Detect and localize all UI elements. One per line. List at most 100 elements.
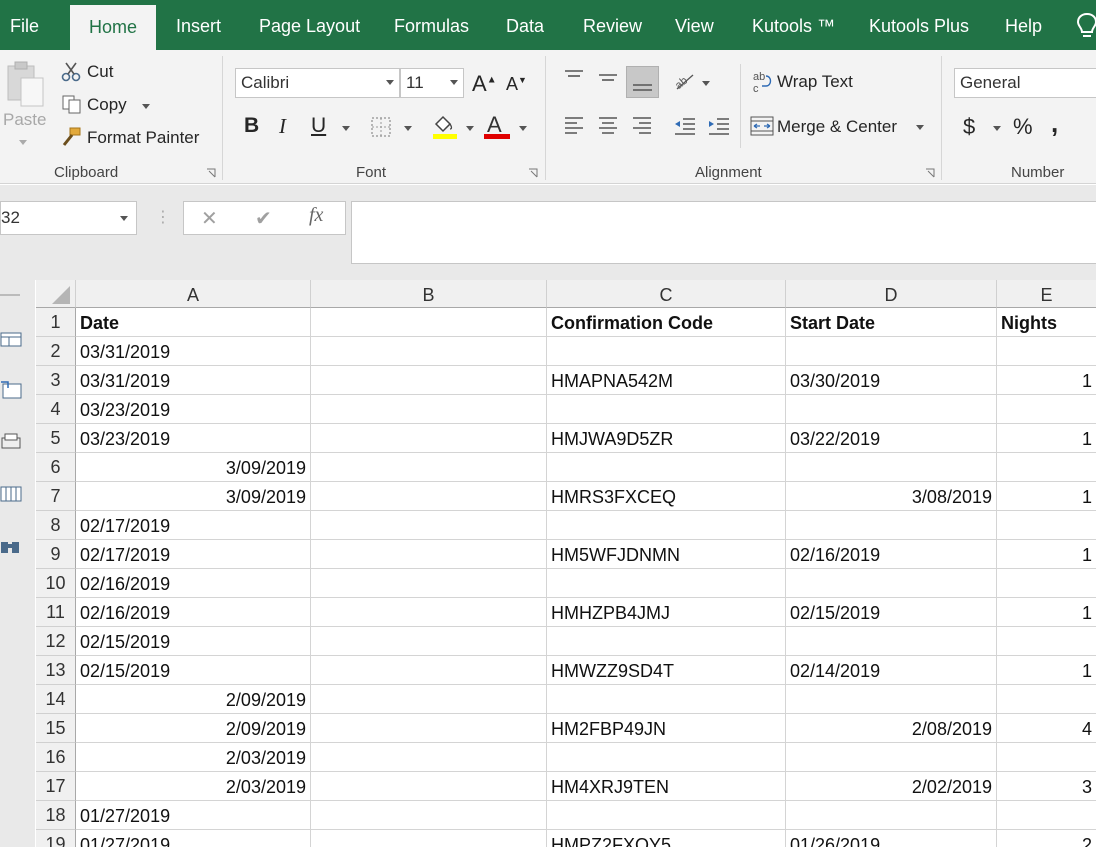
cell-c7[interactable]: HMRS3FXCEQ: [547, 482, 786, 511]
cell-d17[interactable]: 2/02/2019: [786, 772, 997, 801]
cell-c12[interactable]: [547, 627, 786, 656]
cell-b5[interactable]: [311, 424, 547, 453]
cell-e14[interactable]: [997, 685, 1096, 714]
fill-color-dropdown-arrow[interactable]: [466, 126, 474, 131]
row-header[interactable]: 7: [36, 482, 76, 511]
tab-view[interactable]: View: [675, 4, 714, 50]
navigation-pane-icon[interactable]: [0, 330, 22, 348]
format-painter-button[interactable]: Format Painter: [87, 128, 199, 148]
decrease-font-size-button[interactable]: A▼: [506, 74, 527, 95]
column-header-c[interactable]: C: [547, 280, 786, 308]
cell-c9[interactable]: HM5WFJDNMN: [547, 540, 786, 569]
paste-dropdown-arrow[interactable]: [19, 140, 27, 145]
enter-icon[interactable]: ✔: [255, 206, 272, 231]
cell-c19[interactable]: HMPZ2FXQY5: [547, 830, 786, 847]
tab-page-layout[interactable]: Page Layout: [259, 4, 360, 50]
cell-d5[interactable]: 03/22/2019: [786, 424, 997, 453]
copy-button[interactable]: Copy: [87, 95, 127, 115]
cell-d6[interactable]: [786, 453, 997, 482]
cell-b4[interactable]: [311, 395, 547, 424]
cell-c13[interactable]: HMWZZ9SD4T: [547, 656, 786, 685]
cell-c10[interactable]: [547, 569, 786, 598]
cell-b10[interactable]: [311, 569, 547, 598]
tab-insert[interactable]: Insert: [176, 4, 221, 50]
bold-button[interactable]: B: [244, 114, 259, 138]
cancel-icon[interactable]: ✕: [201, 206, 218, 231]
row-header[interactable]: 4: [36, 395, 76, 424]
cell-e1[interactable]: Nights: [997, 308, 1096, 337]
reading-layout-icon[interactable]: [0, 432, 22, 452]
cell-e2[interactable]: [997, 337, 1096, 366]
row-header[interactable]: 18: [36, 801, 76, 830]
row-header[interactable]: 12: [36, 627, 76, 656]
bottom-align-button[interactable]: [626, 66, 659, 98]
cell-b12[interactable]: [311, 627, 547, 656]
fill-color-icon[interactable]: [430, 112, 458, 140]
cell-c2[interactable]: [547, 337, 786, 366]
cell-b14[interactable]: [311, 685, 547, 714]
align-center-icon[interactable]: [597, 114, 619, 138]
cell-d3[interactable]: 03/30/2019: [786, 366, 997, 395]
font-color-dropdown-arrow[interactable]: [519, 126, 527, 131]
cell-e15[interactable]: 4: [997, 714, 1096, 743]
row-header[interactable]: 19: [36, 830, 76, 847]
row-header[interactable]: 6: [36, 453, 76, 482]
worksheet-design-icon[interactable]: [0, 380, 22, 400]
cell-a9[interactable]: 02/17/2019: [76, 540, 311, 569]
cell-c15[interactable]: HM2FBP49JN: [547, 714, 786, 743]
row-header[interactable]: 13: [36, 656, 76, 685]
cell-a12[interactable]: 02/15/2019: [76, 627, 311, 656]
row-header[interactable]: 15: [36, 714, 76, 743]
cell-a3[interactable]: 03/31/2019: [76, 366, 311, 395]
cell-d4[interactable]: [786, 395, 997, 424]
cell-b6[interactable]: [311, 453, 547, 482]
tab-formulas[interactable]: Formulas: [394, 4, 469, 50]
name-box[interactable]: 32: [0, 201, 137, 235]
cell-c4[interactable]: [547, 395, 786, 424]
cell-a17[interactable]: 2/03/2019: [76, 772, 311, 801]
tab-kutools-plus[interactable]: Kutools Plus: [869, 4, 969, 50]
cell-a14[interactable]: 2/09/2019: [76, 685, 311, 714]
column-header-a[interactable]: A: [76, 280, 311, 308]
cell-a2[interactable]: 03/31/2019: [76, 337, 311, 366]
lightbulb-icon[interactable]: [1076, 12, 1096, 40]
alignment-dialog-launcher-icon[interactable]: [925, 168, 935, 178]
cell-e5[interactable]: 1: [997, 424, 1096, 453]
cell-b7[interactable]: [311, 482, 547, 511]
tab-home[interactable]: Home: [70, 5, 156, 50]
formula-input[interactable]: [351, 201, 1096, 264]
cell-c5[interactable]: HMJWA9D5ZR: [547, 424, 786, 453]
row-header[interactable]: 5: [36, 424, 76, 453]
cell-a5[interactable]: 03/23/2019: [76, 424, 311, 453]
cell-d13[interactable]: 02/14/2019: [786, 656, 997, 685]
cell-d15[interactable]: 2/08/2019: [786, 714, 997, 743]
underline-dropdown-arrow[interactable]: [342, 126, 350, 131]
row-header[interactable]: 10: [36, 569, 76, 598]
align-left-icon[interactable]: [563, 114, 585, 138]
cell-b9[interactable]: [311, 540, 547, 569]
cell-d8[interactable]: [786, 511, 997, 540]
cell-e16[interactable]: [997, 743, 1096, 772]
currency-format-button[interactable]: $: [963, 114, 975, 140]
column-header-b[interactable]: B: [311, 280, 547, 308]
cell-a15[interactable]: 2/09/2019: [76, 714, 311, 743]
cell-e4[interactable]: [997, 395, 1096, 424]
cell-b19[interactable]: [311, 830, 547, 847]
increase-indent-icon[interactable]: [707, 114, 731, 138]
cell-c18[interactable]: [547, 801, 786, 830]
merge-center-dropdown-arrow[interactable]: [916, 125, 924, 130]
column-header-e[interactable]: E: [997, 280, 1096, 308]
tab-data[interactable]: Data: [506, 4, 544, 50]
clipboard-dialog-launcher-icon[interactable]: [206, 168, 216, 178]
tab-help[interactable]: Help: [1005, 4, 1042, 50]
cell-b1[interactable]: [311, 308, 547, 337]
cell-c6[interactable]: [547, 453, 786, 482]
orientation-icon[interactable]: ab: [673, 70, 697, 92]
cell-c16[interactable]: [547, 743, 786, 772]
cell-d14[interactable]: [786, 685, 997, 714]
cell-d12[interactable]: [786, 627, 997, 656]
borders-icon[interactable]: [370, 116, 392, 138]
cell-e7[interactable]: 1: [997, 482, 1096, 511]
cell-e18[interactable]: [997, 801, 1096, 830]
cell-e10[interactable]: [997, 569, 1096, 598]
